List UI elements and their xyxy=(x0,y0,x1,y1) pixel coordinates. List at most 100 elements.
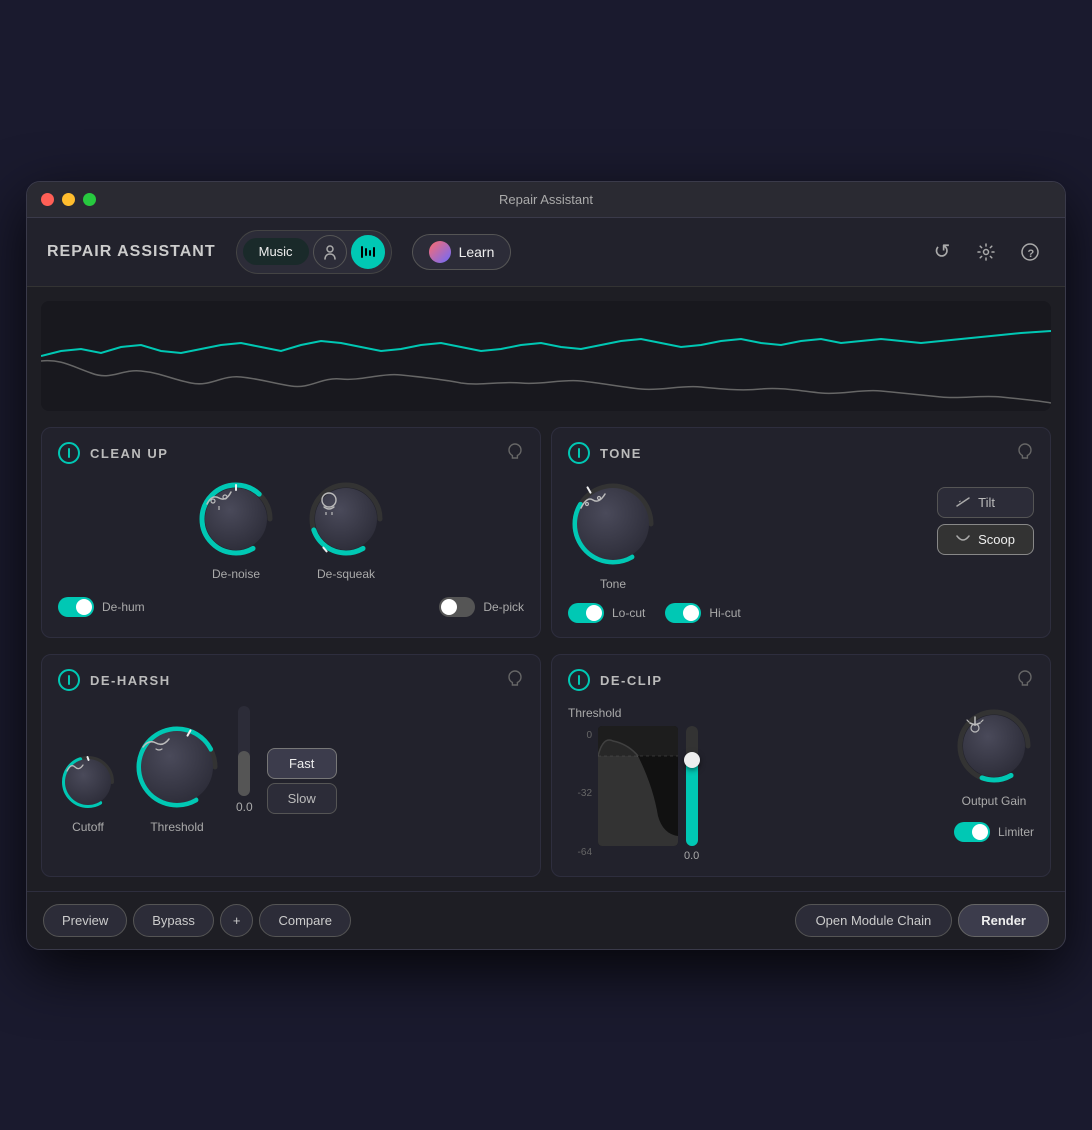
locut-toggle[interactable] xyxy=(568,603,604,623)
depick-label: De-pick xyxy=(483,600,524,614)
deharsh-value: 0.0 xyxy=(236,800,253,814)
refresh-button[interactable]: ↺ xyxy=(927,237,957,267)
declip-graph-section: Threshold 0 -32 -64 xyxy=(568,706,942,862)
denoise-knob[interactable] xyxy=(196,479,276,559)
learn-icon xyxy=(429,241,451,263)
declip-content: Threshold 0 -32 -64 xyxy=(568,706,1034,862)
settings-button[interactable] xyxy=(971,237,1001,267)
help-button[interactable]: ? xyxy=(1015,237,1045,267)
desqueak-knob-group: De-squeak xyxy=(306,479,386,581)
tone-mode-buttons: Tilt Scoop xyxy=(937,487,1034,555)
desqueak-knob[interactable] xyxy=(306,479,386,559)
cutoff-knob-group: Cutoff xyxy=(58,752,118,834)
denoise-knob-group: De-noise xyxy=(196,479,276,581)
tone-listen-button[interactable] xyxy=(1016,442,1034,465)
hicut-label: Hi-cut xyxy=(709,606,740,620)
declip-threshold-label: Threshold xyxy=(568,706,942,720)
tone-knob-group: Tone xyxy=(568,479,658,591)
fast-slow-group: Fast Slow xyxy=(267,748,337,814)
deharsh-header: DE-HARSH xyxy=(58,669,524,692)
denoise-label: De-noise xyxy=(212,567,260,581)
scoop-label: Scoop xyxy=(978,532,1015,547)
db-scale: 0 -32 -64 xyxy=(568,726,592,862)
output-gain-knob[interactable] xyxy=(954,706,1034,786)
cleanup-panel: CLEAN UP xyxy=(41,427,541,638)
mode-group: Music xyxy=(236,230,392,274)
cleanup-header: CLEAN UP xyxy=(58,442,524,465)
plus-button[interactable]: + xyxy=(220,904,254,937)
cleanup-title: CLEAN UP xyxy=(90,446,168,461)
hicut-toggle[interactable] xyxy=(665,603,701,623)
learn-label: Learn xyxy=(459,244,495,260)
learn-button[interactable]: Learn xyxy=(412,234,512,270)
output-gain-group: Output Gain xyxy=(954,706,1034,808)
tone-knob[interactable] xyxy=(568,479,658,569)
tone-title: TONE xyxy=(600,446,642,461)
depick-toggle[interactable] xyxy=(439,597,475,617)
fast-button[interactable]: Fast xyxy=(267,748,337,779)
panels-row-1: CLEAN UP xyxy=(27,419,1065,646)
compare-button[interactable]: Compare xyxy=(259,904,350,937)
cutoff-knob[interactable] xyxy=(58,752,118,812)
deharsh-threshold-knob[interactable] xyxy=(132,722,222,812)
cleanup-listen-button[interactable] xyxy=(506,442,524,465)
deharsh-title: DE-HARSH xyxy=(90,673,171,688)
declip-title: DE-CLIP xyxy=(600,673,663,688)
tilt-label: Tilt xyxy=(978,495,995,510)
bottom-bar: Preview Bypass + Compare Open Module Cha… xyxy=(27,891,1065,949)
window-title: Repair Assistant xyxy=(499,192,593,207)
deharsh-slider[interactable] xyxy=(238,706,250,796)
cutoff-label: Cutoff xyxy=(72,820,104,834)
threshold-slider[interactable] xyxy=(686,726,698,846)
tone-toggles: Lo-cut Hi-cut xyxy=(568,603,1034,623)
close-button[interactable] xyxy=(41,193,54,206)
tone-label: Tone xyxy=(600,577,626,591)
app-title: REPAIR ASSISTANT xyxy=(47,243,216,261)
declip-panel: DE-CLIP Threshold 0 -32 xyxy=(551,654,1051,877)
threshold-slider-section: 0.0 xyxy=(684,726,699,862)
open-module-chain-button[interactable]: Open Module Chain xyxy=(795,904,953,937)
declip-right-section: Output Gain Limiter xyxy=(954,706,1034,842)
scoop-button[interactable]: Scoop xyxy=(937,524,1034,555)
limiter-toggle-group: Limiter xyxy=(954,822,1034,842)
main-window: Repair Assistant REPAIR ASSISTANT Music xyxy=(26,181,1066,950)
mode-voice-button[interactable] xyxy=(313,235,347,269)
minimize-button[interactable] xyxy=(62,193,75,206)
declip-graph xyxy=(598,726,678,846)
mode-bars-button[interactable] xyxy=(351,235,385,269)
maximize-button[interactable] xyxy=(83,193,96,206)
hicut-toggle-group: Hi-cut xyxy=(665,603,740,623)
dehum-toggle[interactable] xyxy=(58,597,94,617)
bypass-button[interactable]: Bypass xyxy=(133,904,214,937)
deharsh-panel: DE-HARSH xyxy=(41,654,541,877)
output-gain-label: Output Gain xyxy=(962,794,1027,808)
dehum-label: De-hum xyxy=(102,600,145,614)
declip-power-button[interactable] xyxy=(568,669,590,691)
declip-header: DE-CLIP xyxy=(568,669,1034,692)
dehum-toggle-group: De-hum xyxy=(58,597,145,617)
tone-power-button[interactable] xyxy=(568,442,590,464)
locut-label: Lo-cut xyxy=(612,606,645,620)
preview-button[interactable]: Preview xyxy=(43,904,127,937)
deharsh-listen-button[interactable] xyxy=(506,669,524,692)
locut-toggle-group: Lo-cut xyxy=(568,603,645,623)
depick-toggle-group: De-pick xyxy=(439,597,524,617)
tone-header: TONE xyxy=(568,442,1034,465)
declip-listen-button[interactable] xyxy=(1016,669,1034,692)
svg-text:?: ? xyxy=(1028,248,1035,260)
cleanup-power-button[interactable] xyxy=(58,442,80,464)
deharsh-power-button[interactable] xyxy=(58,669,80,691)
cleanup-toggles: De-hum De-pick xyxy=(58,593,524,621)
tone-panel: TONE xyxy=(551,427,1051,638)
tilt-button[interactable]: Tilt xyxy=(937,487,1034,518)
desqueak-label: De-squeak xyxy=(317,567,375,581)
limiter-toggle[interactable] xyxy=(954,822,990,842)
cleanup-knobs: De-noise xyxy=(58,479,524,581)
deharsh-content: Cutoff xyxy=(58,706,524,842)
title-bar: Repair Assistant xyxy=(27,182,1065,218)
waveform-display[interactable] xyxy=(41,301,1051,411)
slow-button[interactable]: Slow xyxy=(267,783,337,814)
tone-content: Tone Tilt Scoop xyxy=(568,479,1034,591)
render-button[interactable]: Render xyxy=(958,904,1049,937)
mode-music-button[interactable]: Music xyxy=(243,238,309,265)
